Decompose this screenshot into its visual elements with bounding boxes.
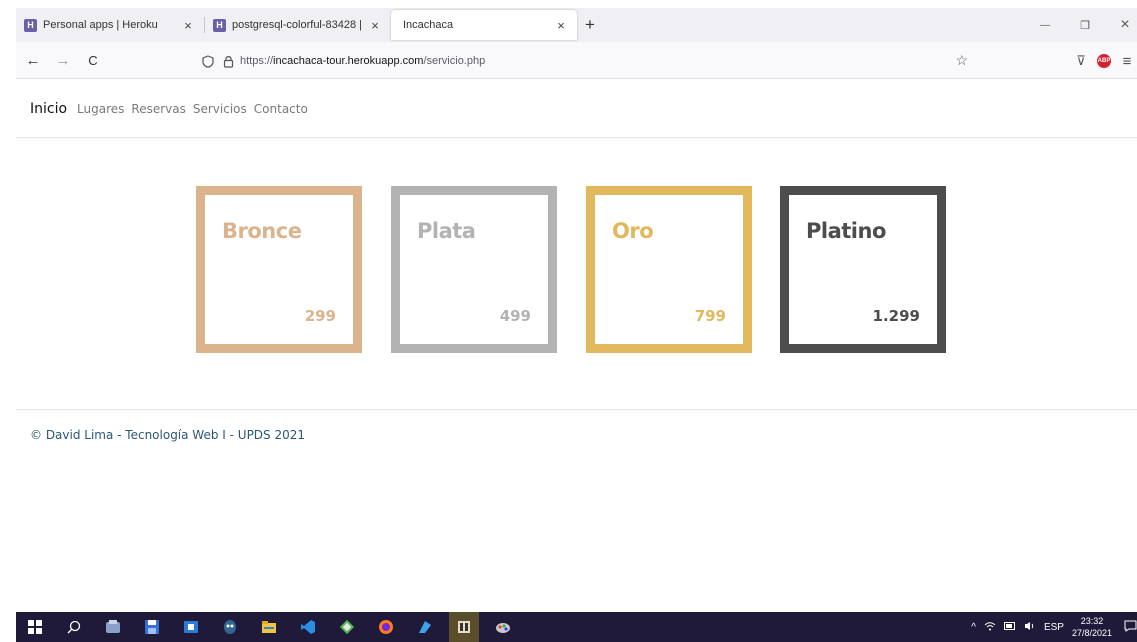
- clock-date: 27/8/2021: [1071, 628, 1112, 638]
- tracking-protection-icon[interactable]: [200, 54, 216, 68]
- plan-name: Platino: [806, 219, 886, 243]
- tab-title: Personal apps | Heroku: [43, 19, 158, 31]
- menu-icon[interactable]: ≡: [1115, 49, 1137, 73]
- app-icon[interactable]: [176, 612, 206, 642]
- clock-time: 23:32: [1080, 616, 1104, 626]
- toolbar-right: ⊽ ABP ≡: [1065, 49, 1137, 73]
- nav-link-lugares[interactable]: Lugares: [77, 102, 124, 116]
- plan-card-bronce[interactable]: Bronce 299: [196, 186, 362, 353]
- clock[interactable]: 23:32 27/8/2021: [1072, 615, 1112, 639]
- windows-start-icon[interactable]: [20, 612, 50, 642]
- plan-card-platino[interactable]: Platino 1.299: [780, 186, 946, 353]
- close-icon[interactable]: ×: [180, 18, 196, 33]
- app-icon[interactable]: [98, 612, 128, 642]
- plan-price: 799: [694, 307, 726, 325]
- git-icon[interactable]: [332, 612, 362, 642]
- battery-icon[interactable]: [1003, 621, 1016, 633]
- address-bar[interactable]: https://incachaca-tour.herokuapp.com/ser…: [200, 49, 972, 73]
- pocket-icon[interactable]: ⊽: [1069, 49, 1093, 73]
- tab-title: postgresql-colorful-83428 | Her: [232, 19, 361, 31]
- back-button[interactable]: ←: [20, 47, 46, 73]
- nav-link-contacto[interactable]: Contacto: [254, 102, 308, 116]
- search-icon[interactable]: [59, 612, 89, 642]
- notifications-icon[interactable]: [1124, 620, 1137, 635]
- windows-taskbar: ^ ESP 23:32 27/8/2021: [16, 612, 1137, 642]
- bookmark-star-icon[interactable]: ☆: [955, 52, 968, 69]
- restore-button[interactable]: ❐: [1065, 8, 1105, 42]
- pgadmin-icon[interactable]: [215, 612, 245, 642]
- volume-icon[interactable]: [1024, 621, 1036, 634]
- vscode-icon[interactable]: [293, 612, 323, 642]
- tray-chevron-icon[interactable]: ^: [971, 622, 976, 633]
- app-icon[interactable]: [449, 612, 479, 642]
- tab-postgresql[interactable]: H postgresql-colorful-83428 | Her ×: [205, 8, 391, 42]
- plan-card-plata[interactable]: Plata 499: [391, 186, 557, 353]
- new-tab-button[interactable]: +: [577, 8, 603, 42]
- nav-link-servicios[interactable]: Servicios: [193, 102, 247, 116]
- window-controls: — ❐ ×: [1025, 8, 1137, 42]
- plan-name: Bronce: [222, 219, 302, 243]
- footer-divider: [16, 409, 1137, 410]
- tab-title: Incachaca: [403, 19, 454, 31]
- firefox-icon[interactable]: [371, 612, 401, 642]
- minimize-button[interactable]: —: [1025, 8, 1065, 42]
- plan-price: 299: [304, 307, 336, 325]
- site-navbar: Inicio Lugares Reservas Servicios Contac…: [16, 80, 1137, 138]
- navigation-toolbar: ← → C https://incachaca-tour.herokuapp.c…: [16, 42, 1137, 79]
- plan-card-oro[interactable]: Oro 799: [586, 186, 752, 353]
- plan-price: 1.299: [872, 307, 920, 325]
- nav-brand-inicio[interactable]: Inicio: [30, 101, 67, 117]
- app-icon[interactable]: [488, 612, 518, 642]
- heroku-favicon-icon: H: [24, 18, 37, 32]
- wifi-icon[interactable]: [984, 621, 996, 634]
- app-icon[interactable]: [410, 612, 440, 642]
- close-icon[interactable]: ×: [367, 18, 383, 33]
- tab-incachaca[interactable]: Incachaca ×: [391, 10, 577, 40]
- language-indicator[interactable]: ESP: [1044, 622, 1064, 633]
- close-icon[interactable]: ×: [553, 18, 569, 33]
- browser-window: H Personal apps | Heroku × H postgresql-…: [0, 0, 1137, 642]
- window-close-button[interactable]: ×: [1105, 8, 1137, 42]
- reload-button[interactable]: C: [80, 47, 106, 73]
- save-icon[interactable]: [137, 612, 167, 642]
- forward-button[interactable]: →: [50, 47, 76, 73]
- plan-name: Plata: [417, 219, 476, 243]
- file-explorer-icon[interactable]: [254, 612, 284, 642]
- tab-strip: H Personal apps | Heroku × H postgresql-…: [16, 8, 1137, 42]
- heroku-favicon-icon: H: [213, 18, 226, 32]
- plan-name: Oro: [612, 219, 654, 243]
- adblock-plus-icon[interactable]: ABP: [1097, 54, 1111, 68]
- tab-personal-apps[interactable]: H Personal apps | Heroku ×: [16, 8, 204, 42]
- system-tray: ^ ESP 23:32 27/8/2021: [971, 612, 1137, 642]
- nav-link-reservas[interactable]: Reservas: [131, 102, 185, 116]
- footer-text: © David Lima - Tecnología Web I - UPDS 2…: [30, 428, 306, 442]
- url-text: https://incachaca-tour.herokuapp.com/ser…: [240, 55, 486, 67]
- lock-icon[interactable]: [220, 55, 236, 68]
- plan-price: 499: [499, 307, 531, 325]
